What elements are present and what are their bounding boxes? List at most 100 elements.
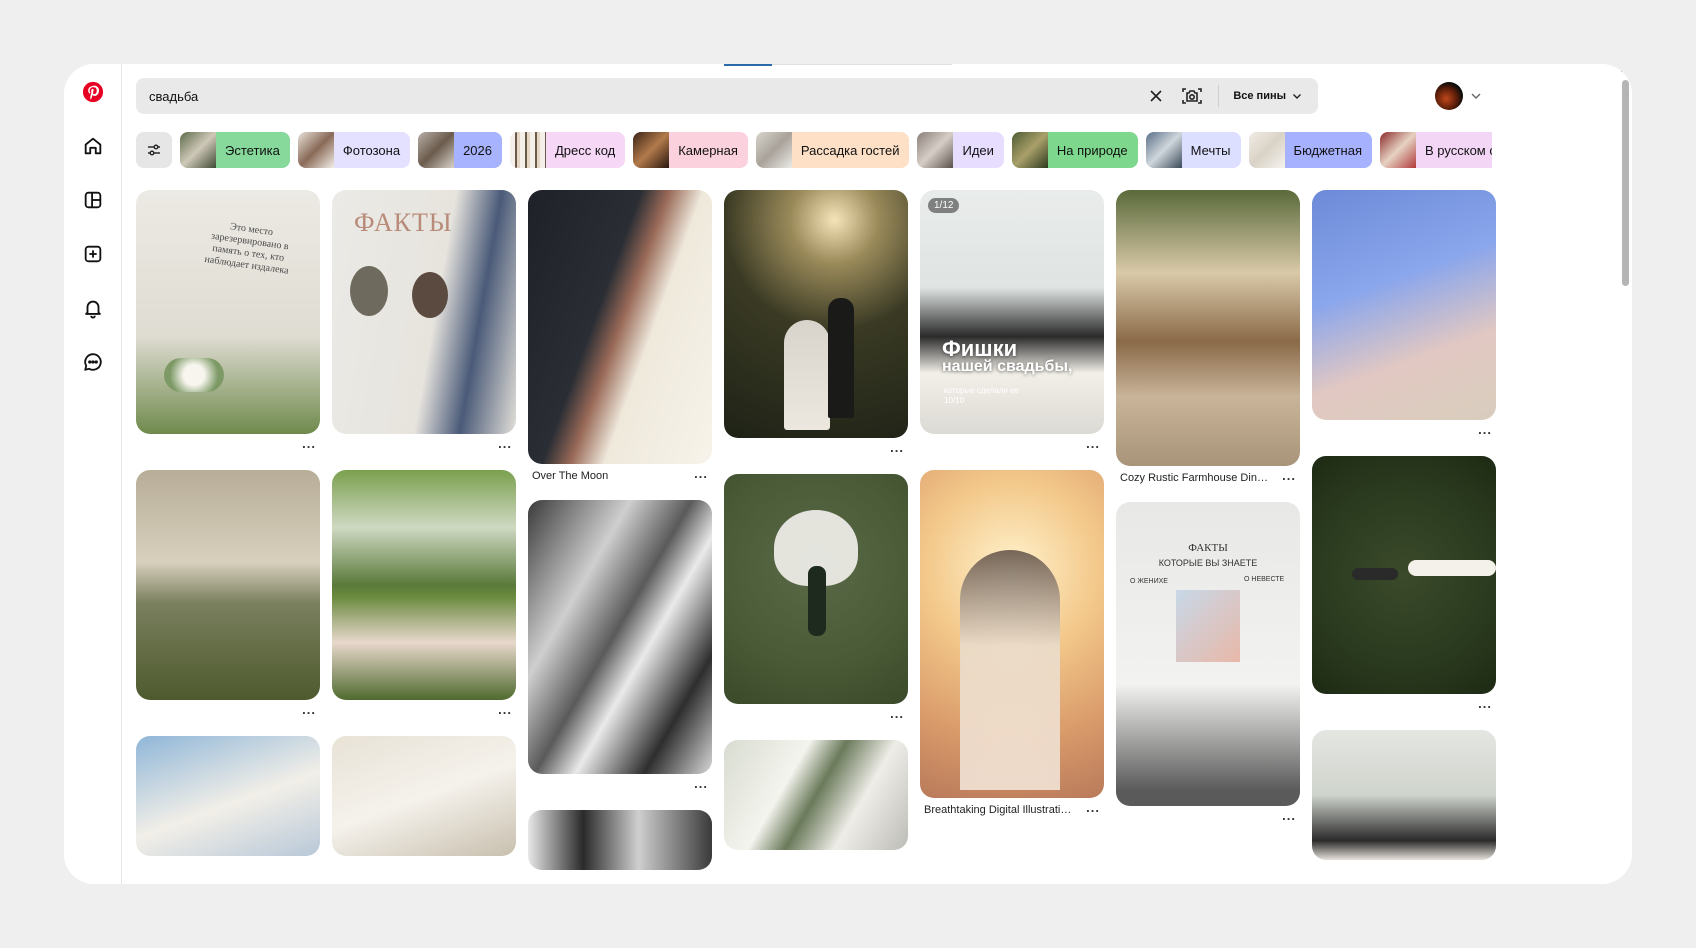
chip-label: Камерная xyxy=(678,142,738,158)
pin-card[interactable]: ... xyxy=(1312,190,1496,446)
more-options-button[interactable]: ... xyxy=(1282,808,1296,823)
pin-image[interactable] xyxy=(332,736,516,856)
more-options-button[interactable]: ... xyxy=(302,702,316,717)
chip-estetika[interactable]: Эстетика xyxy=(180,132,290,168)
filters-button[interactable] xyxy=(136,132,172,168)
overlay-title: Фишки нашей свадьбы, xyxy=(942,338,1072,376)
pin-image[interactable] xyxy=(1116,190,1300,466)
pin-image[interactable] xyxy=(332,470,516,700)
pin-card[interactable]: ФАКТЫ КОТОРЫЕ ВЫ ЗНАЕТЕ О ЖЕНИХЕ О НЕВЕС… xyxy=(1116,502,1300,832)
pin-card[interactable] xyxy=(332,736,516,856)
home-icon xyxy=(84,137,102,155)
chip-v-russkom-stile[interactable]: В русском стиле xyxy=(1380,132,1492,168)
pin-image[interactable] xyxy=(724,190,908,438)
pin-card[interactable]: ФАКТЫ ... xyxy=(332,190,516,460)
pin-card[interactable] xyxy=(136,736,320,856)
scroll-up-arrow-icon[interactable] xyxy=(1621,67,1629,72)
more-options-button[interactable]: ... xyxy=(302,436,316,451)
pin-card[interactable]: Это место зарезервировано в память о тех… xyxy=(136,190,320,460)
more-options-button[interactable]: ... xyxy=(498,702,512,717)
chip-kamernaya[interactable]: Камерная xyxy=(633,132,748,168)
plus-square-icon xyxy=(84,245,102,263)
more-options-button[interactable]: ... xyxy=(694,776,708,791)
pin-footer: ... xyxy=(136,700,320,726)
carousel-badge: 1/12 xyxy=(928,198,960,213)
chip-fotozona[interactable]: Фотозона xyxy=(297,132,411,168)
pin-footer: ... xyxy=(1312,694,1496,720)
pin-title: Breathtaking Digital Illustratio... xyxy=(924,804,1074,816)
pin-card[interactable]: ... xyxy=(1312,456,1496,720)
camera-icon xyxy=(1182,88,1203,104)
chip-label: Идеи xyxy=(962,142,994,158)
pin-image[interactable] xyxy=(528,500,712,774)
more-options-button[interactable]: ... xyxy=(1478,696,1492,711)
pin-card[interactable]: Breathtaking Digital Illustratio... ... xyxy=(920,470,1104,824)
pin-image[interactable] xyxy=(136,470,320,700)
more-options-button[interactable]: ... xyxy=(1282,468,1296,483)
pin-image[interactable] xyxy=(1312,730,1496,860)
pin-card[interactable]: ... xyxy=(136,470,320,726)
pin-image[interactable] xyxy=(528,810,712,870)
home-button[interactable] xyxy=(75,128,111,164)
chip-byudzhetnaya[interactable]: Бюджетная xyxy=(1248,132,1373,168)
pin-image[interactable] xyxy=(920,470,1104,798)
chip-idei[interactable]: Идеи xyxy=(917,132,1004,168)
create-button[interactable] xyxy=(75,236,111,272)
pin-card[interactable]: ... xyxy=(724,474,908,730)
pin-card[interactable] xyxy=(528,810,712,870)
pin-footer: Over The Moon ... xyxy=(528,464,712,490)
pin-image[interactable] xyxy=(136,736,320,856)
boards-button[interactable] xyxy=(75,182,111,218)
chip-dress-code[interactable]: Дресс код xyxy=(509,132,626,168)
pin-card[interactable] xyxy=(1312,730,1496,860)
messages-button[interactable] xyxy=(75,344,111,380)
pin-image[interactable] xyxy=(528,190,712,464)
chip-thumbnail xyxy=(633,132,670,168)
pin-card[interactable]: 1/12 Фишки нашей свадьбы, которые сделал… xyxy=(920,190,1104,460)
scrollbar-thumb[interactable] xyxy=(1622,80,1629,286)
pin-image-label-bride: О НЕВЕСТЕ xyxy=(1244,576,1285,583)
pin-card[interactable]: ... xyxy=(724,190,908,464)
pinterest-logo[interactable] xyxy=(75,74,111,110)
pin-type-dropdown[interactable]: Все пины xyxy=(1229,78,1318,114)
pin-footer: ... xyxy=(332,434,516,460)
more-options-button[interactable]: ... xyxy=(890,440,904,455)
pin-image[interactable]: ФАКТЫ КОТОРЫЕ ВЫ ЗНАЕТЕ О ЖЕНИХЕ О НЕВЕС… xyxy=(1116,502,1300,806)
notifications-button[interactable] xyxy=(75,290,111,326)
pin-image[interactable] xyxy=(1312,190,1496,420)
more-options-button[interactable]: ... xyxy=(1086,800,1100,815)
search-input[interactable] xyxy=(136,78,1141,114)
pin-image[interactable]: 1/12 Фишки нашей свадьбы, которые сделал… xyxy=(920,190,1104,434)
pin-image-subtitle: КОТОРЫЕ ВЫ ЗНАЕТЕ xyxy=(1158,558,1258,568)
pin-card[interactable]: Cozy Rustic Farmhouse Dining... ... xyxy=(1116,190,1300,492)
pin-image-label-groom: О ЖЕНИХЕ xyxy=(1130,578,1168,585)
pin-image[interactable] xyxy=(1312,456,1496,694)
pin-image[interactable]: ФАКТЫ xyxy=(332,190,516,434)
pin-image[interactable] xyxy=(724,474,908,704)
chip-2026[interactable]: 2026 xyxy=(418,132,502,168)
pin-title: Over The Moon xyxy=(532,470,609,482)
pin-card[interactable] xyxy=(724,740,908,850)
more-options-button[interactable]: ... xyxy=(694,466,708,481)
account-menu-chevron-icon[interactable] xyxy=(1469,89,1483,103)
pin-image[interactable]: Это место зарезервировано в память о тех… xyxy=(136,190,320,434)
avatar[interactable] xyxy=(1435,82,1463,110)
pin-image[interactable] xyxy=(724,740,908,850)
chip-mechty[interactable]: Мечты xyxy=(1145,132,1241,168)
pin-footer: ... xyxy=(724,438,908,464)
pin-card[interactable]: ... xyxy=(332,470,516,726)
clear-search-button[interactable] xyxy=(1140,80,1172,112)
more-options-button[interactable]: ... xyxy=(498,436,512,451)
flower-decoration xyxy=(164,358,224,392)
more-options-button[interactable]: ... xyxy=(890,706,904,721)
chip-na-prirode[interactable]: На природе xyxy=(1011,132,1138,168)
chip-thumbnail xyxy=(1380,132,1417,168)
pin-type-label: Все пины xyxy=(1233,90,1286,102)
pin-card[interactable]: ... xyxy=(528,500,712,800)
visual-search-button[interactable] xyxy=(1176,80,1208,112)
more-options-button[interactable]: ... xyxy=(1086,436,1100,451)
chip-label: Бюджетная xyxy=(1293,142,1363,158)
more-options-button[interactable]: ... xyxy=(1478,422,1492,437)
chip-rassadka-gostey[interactable]: Рассадка гостей xyxy=(755,132,910,168)
pin-card[interactable]: Over The Moon ... xyxy=(528,190,712,490)
